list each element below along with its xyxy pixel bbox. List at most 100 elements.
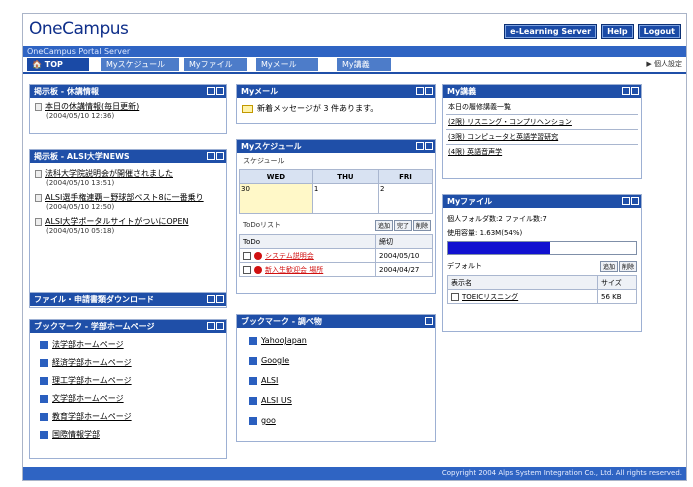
alert-icon <box>254 265 262 274</box>
todo-link[interactable]: 新入生歓迎会 場所 <box>265 266 323 274</box>
tab-bar: 🏠 TOP Myスケジュール Myファイル Myメール My講義 ▶ 個人設定 <box>23 57 686 74</box>
bookmark-link[interactable]: 文学部ホームページ <box>52 394 124 403</box>
usage-bar-fill <box>448 242 550 254</box>
file-stats: 個人フォルダ数:2 ファイル数:7 <box>447 215 547 223</box>
panel-title: My講義 <box>447 87 477 96</box>
bookmark-link[interactable]: 教育学部ホームページ <box>52 412 132 421</box>
bookmark-link[interactable]: 国際情報学部 <box>52 430 100 439</box>
panel-title: 掲示板 - 休講情報 <box>34 87 99 96</box>
close-icon[interactable] <box>425 142 433 150</box>
panel-title: Myスケジュール <box>241 142 302 151</box>
file-delete-button[interactable]: 削除 <box>618 261 637 272</box>
close-icon[interactable] <box>631 87 639 95</box>
todo-checkbox[interactable] <box>243 251 251 260</box>
minimize-icon[interactable] <box>416 142 424 150</box>
close-icon[interactable] <box>631 197 639 205</box>
minimize-icon[interactable] <box>207 322 215 330</box>
lecture-link[interactable]: (3限) コンピュータと英語学習研究 <box>448 133 558 141</box>
day-header: WED <box>239 169 313 184</box>
news-link[interactable]: 法科大学院説明会が開催されました <box>45 169 173 178</box>
bookmark-link[interactable]: 経済学部ホームページ <box>52 358 132 367</box>
link-icon <box>40 412 48 421</box>
lecture-link[interactable]: (4限) 英語音声学 <box>448 148 502 156</box>
todo-complete-button[interactable]: 完了 <box>393 220 412 231</box>
mail-message[interactable]: 新着メッセージが 3 件あります。 <box>257 104 378 113</box>
files-panel: Myファイル 個人フォルダ数:2 ファイル数:7 使用容量: 1.63M(54%… <box>442 194 642 332</box>
panel-title: ブックマーク - 学部ホームページ <box>34 322 155 331</box>
bulletin-news-panel: 掲示板 - ALSI大学NEWS 法科大学院説明会が開催されました (2004/… <box>29 149 227 297</box>
file-row: TOEICリスニング 56 KB <box>447 289 637 304</box>
link-icon <box>40 376 48 385</box>
bookmark-link[interactable]: ALSI <box>261 376 278 385</box>
file-add-button[interactable]: 追加 <box>599 261 618 272</box>
news-link[interactable]: ALSI選手権連覇－野球部ベスト8に一番乗り <box>45 193 204 202</box>
help-button[interactable]: Help <box>601 24 634 39</box>
panel-title: ブックマーク - 調べ物 <box>241 317 322 326</box>
todo-link[interactable]: システム説明会 <box>265 252 314 260</box>
bookmark-link[interactable]: 理工学部ホームページ <box>52 376 132 385</box>
bookmark-link[interactable]: 法学部ホームページ <box>52 340 124 349</box>
close-icon[interactable] <box>425 317 433 325</box>
calendar-day[interactable]: 1 <box>311 183 380 214</box>
close-icon[interactable] <box>216 322 224 330</box>
footer: Copyright 2004 Alps System Integration C… <box>23 467 686 480</box>
schedule-panel: Myスケジュール スケジュール WED THU FRI 30 1 2 ToDoリ… <box>236 139 436 294</box>
bookmark-link[interactable]: Google <box>261 356 289 365</box>
link-icon <box>40 430 48 439</box>
bookmark-link[interactable]: YahooJapan <box>261 336 307 345</box>
lecture-link[interactable]: (2限) リスニング・コンプリヘンション <box>448 118 572 126</box>
portal-name: OneCampus Portal Server <box>23 46 686 57</box>
lectures-heading: 本日の履修講義一覧 <box>446 100 638 115</box>
folder-label: デフォルト <box>447 262 482 270</box>
news-link[interactable]: ALSI大学ポータルサイトがついにOPEN <box>45 217 189 226</box>
todo-label: ToDoリスト <box>243 221 282 229</box>
todo-row: 新入生歓迎会 場所 2004/04/27 <box>239 262 433 277</box>
file-usage: 使用容量: 1.63M(54%) <box>447 229 523 237</box>
close-icon[interactable] <box>425 87 433 95</box>
link-icon <box>249 356 257 365</box>
document-icon <box>35 169 42 178</box>
todo-row: システム説明会 2004/05/10 <box>239 248 433 263</box>
usage-bar <box>447 241 637 255</box>
calendar-day[interactable]: 30 <box>239 183 313 214</box>
panel-title: 掲示板 - ALSI大学NEWS <box>34 152 130 161</box>
bookmarks-dept-panel: ブックマーク - 学部ホームページ 法学部ホームページ 経済学部ホームページ 理… <box>29 319 227 459</box>
close-icon[interactable] <box>216 87 224 95</box>
logout-button[interactable]: Logout <box>637 24 681 39</box>
panel-title: ファイル・申請書類ダウンロード <box>34 295 154 304</box>
calendar-day[interactable]: 2 <box>378 183 433 214</box>
tab-top[interactable]: 🏠 TOP <box>27 58 89 71</box>
minimize-icon[interactable] <box>207 152 215 160</box>
close-icon[interactable] <box>216 295 224 303</box>
elearning-button[interactable]: e-Learning Server <box>504 24 598 39</box>
tab-lectures[interactable]: My講義 <box>337 58 391 71</box>
minimize-icon[interactable] <box>622 87 630 95</box>
todo-checkbox[interactable] <box>243 265 251 274</box>
tab-schedule[interactable]: Myスケジュール <box>101 58 179 71</box>
link-icon <box>40 340 48 349</box>
portal-window: OneCampus e-Learning Server Help Logout … <box>22 13 687 481</box>
download-panel: ファイル・申請書類ダウンロード <box>29 292 227 308</box>
day-number: 2 <box>380 185 385 193</box>
minimize-icon[interactable] <box>622 197 630 205</box>
link-icon <box>249 336 257 345</box>
mail-panel: Myメール 新着メッセージが 3 件あります。 <box>236 84 436 124</box>
todo-add-button[interactable]: 追加 <box>374 220 393 231</box>
close-icon[interactable] <box>216 152 224 160</box>
minimize-icon[interactable] <box>207 87 215 95</box>
bookmark-link[interactable]: ALSI US <box>261 396 292 405</box>
bulletin-link[interactable]: 本日の休講情報(毎日更新) <box>45 102 139 111</box>
tab-files[interactable]: Myファイル <box>184 58 247 71</box>
minimize-icon[interactable] <box>416 87 424 95</box>
todo-delete-button[interactable]: 削除 <box>412 220 431 231</box>
day-number: 30 <box>241 185 250 193</box>
lectures-panel: My講義 本日の履修講義一覧 (2限) リスニング・コンプリヘンション (3限)… <box>442 84 642 179</box>
todo-deadline: 2004/04/27 <box>375 262 433 277</box>
file-checkbox[interactable] <box>451 292 459 301</box>
news-date: (2004/05/10 12:50) <box>46 203 115 211</box>
personal-settings-link[interactable]: ▶ 個人設定 <box>646 59 682 69</box>
bookmark-link[interactable]: goo <box>261 416 276 425</box>
expand-icon[interactable] <box>207 295 215 303</box>
file-link[interactable]: TOEICリスニング <box>462 293 518 301</box>
tab-mail[interactable]: Myメール <box>256 58 318 71</box>
